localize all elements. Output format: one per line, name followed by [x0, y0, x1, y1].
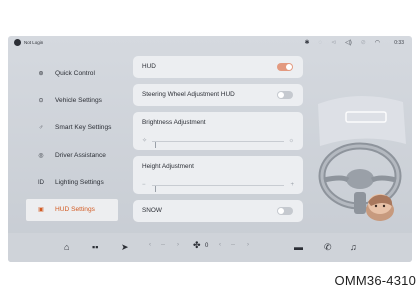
status-icons: ✱ ◌ ⊲ ◁) ⊘ ◠: [304, 39, 380, 47]
fan-speed: 0: [205, 243, 209, 249]
hud-toggle[interactable]: [277, 63, 293, 71]
assistant-avatar[interactable]: [363, 190, 397, 222]
key-icon: ♂: [38, 124, 44, 131]
left-temp-up[interactable]: ›: [177, 242, 179, 248]
figure-caption: OMM36-4310: [334, 273, 416, 288]
sidebar-item-label: HUD Settings: [55, 206, 95, 214]
infotainment-screen: Not Login ✱ ◌ ⊲ ◁) ⊘ ◠ 0:33 ⊛ Quick Cont…: [8, 36, 412, 262]
height-row: Height Adjustment − +: [133, 156, 303, 194]
phone-icon[interactable]: ✆: [324, 241, 332, 253]
fan-icon[interactable]: ✤: [193, 240, 201, 251]
signal-icon: ◌: [318, 40, 323, 46]
hud-label: HUD: [142, 63, 156, 70]
left-temp: --: [161, 242, 165, 248]
wifi-off-icon: ⊘: [360, 40, 366, 46]
vehicle-settings-icon: ⊙: [38, 97, 44, 104]
snow-toggle[interactable]: [277, 207, 293, 215]
hud-setting-row: HUD: [133, 56, 303, 78]
lighting-icon: ID: [38, 179, 44, 186]
sidebar-item-hud-settings[interactable]: ▣ HUD Settings: [26, 198, 118, 221]
sidebar-item-quick-control[interactable]: ⊛ Quick Control: [26, 62, 118, 84]
clock: 0:33: [394, 40, 404, 46]
user-avatar-icon: [14, 39, 21, 46]
sidebar-item-vehicle-settings[interactable]: ⊙ Vehicle Settings: [26, 89, 118, 111]
snow-row: SNOW: [133, 200, 303, 222]
apps-icon[interactable]: ▪▪: [92, 241, 98, 253]
navigation-icon[interactable]: ➤: [121, 241, 129, 253]
hud-icon: ▣: [38, 207, 44, 214]
height-track[interactable]: [152, 184, 284, 192]
mute-icon: ⊲: [331, 40, 337, 46]
steering-wheel-hud-toggle[interactable]: [277, 91, 293, 99]
sidebar-item-lighting-settings[interactable]: ID Lighting Settings: [26, 172, 118, 194]
user-label: Not Login: [24, 40, 44, 45]
brightness-thumb[interactable]: [154, 141, 157, 148]
brightness-low-icon: ✧: [142, 138, 148, 144]
bluetooth-icon: ✱: [304, 40, 310, 46]
brightness-label: Brightness Adjustment: [142, 119, 206, 126]
right-temp-down[interactable]: ‹: [219, 242, 221, 248]
hud-settings-panel: HUD Steering Wheel Adjustment HUD Bright…: [133, 56, 303, 228]
sidebar-item-label: Smart Key Settings: [55, 124, 112, 132]
height-slider[interactable]: − +: [142, 181, 294, 192]
brightness-track[interactable]: [152, 140, 284, 148]
sidebar-item-label: Vehicle Settings: [55, 96, 102, 104]
height-label: Height Adjustment: [142, 163, 194, 170]
quick-control-icon: ⊛: [38, 70, 44, 77]
brightness-slider[interactable]: ✧ ☼: [142, 137, 295, 148]
status-bar: Not Login ✱ ◌ ⊲ ◁) ⊘ ◠ 0:33: [8, 36, 412, 50]
bottom-dock: ⌂ ▪▪ ➤ ‹ -- › ✤ 0 ‹ -- › ▬ ✆ ♫: [8, 233, 412, 262]
car-icon[interactable]: ▬: [294, 241, 303, 253]
snow-label: SNOW: [142, 207, 162, 214]
sidebar-item-smart-key-settings[interactable]: ♂ Smart Key Settings: [26, 117, 118, 139]
brightness-row: Brightness Adjustment ✧ ☼: [133, 112, 303, 150]
right-temp: --: [231, 242, 235, 248]
driver-assist-icon: ◎: [38, 152, 44, 159]
sidebar-item-label: Lighting Settings: [55, 179, 104, 187]
left-temp-down[interactable]: ‹: [149, 242, 151, 248]
sidebar-item-driver-assistance[interactable]: ◎ Driver Assistance: [26, 144, 118, 166]
user-login[interactable]: Not Login: [14, 39, 43, 46]
sidebar-item-label: Driver Assistance: [55, 151, 106, 159]
home-icon[interactable]: ⌂: [64, 241, 69, 253]
volume-icon: ◁): [345, 40, 352, 46]
sidebar-item-label: Quick Control: [55, 69, 95, 77]
plus-icon[interactable]: +: [290, 181, 294, 189]
wifi-icon: ◠: [374, 40, 380, 46]
minus-icon[interactable]: −: [142, 181, 146, 189]
climate-control: ‹ -- › ✤ 0 ‹ -- ›: [143, 236, 263, 258]
right-temp-up[interactable]: ›: [247, 242, 249, 248]
height-thumb[interactable]: [154, 185, 157, 192]
steering-wheel-hud-label: Steering Wheel Adjustment HUD: [142, 91, 235, 98]
settings-sidebar: ⊛ Quick Control ⊙ Vehicle Settings ♂ Sma…: [26, 62, 118, 226]
steering-wheel-hud-row: Steering Wheel Adjustment HUD: [133, 84, 303, 106]
music-icon[interactable]: ♫: [350, 241, 357, 253]
brightness-high-icon: ☼: [288, 138, 295, 144]
